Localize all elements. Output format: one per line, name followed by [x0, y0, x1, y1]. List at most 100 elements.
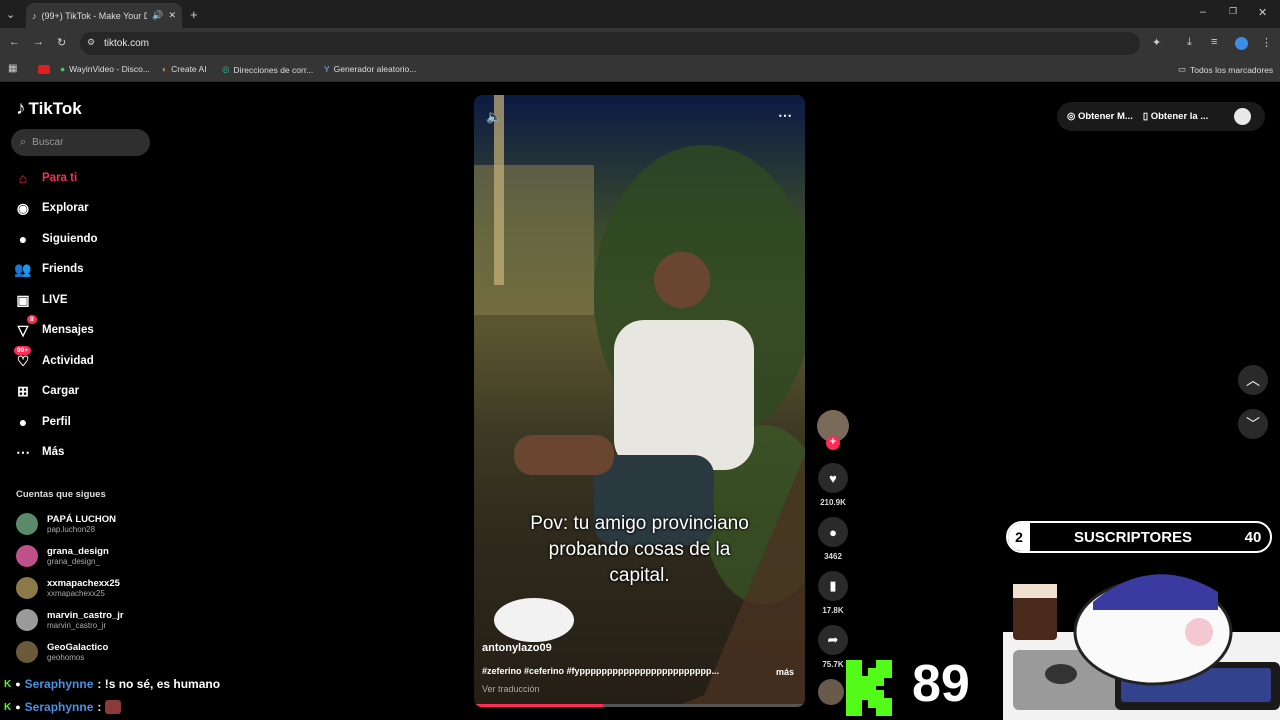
followed-account[interactable]: GeoGalactico geohomos — [16, 641, 108, 663]
nav-item-mensajes[interactable]: ▽ Mensajes 8 — [14, 315, 94, 339]
profile-avatar[interactable] — [1235, 37, 1248, 50]
following-icon: ● — [18, 231, 28, 247]
apps-grid-icon[interactable]: ▦ — [8, 63, 17, 74]
forward-icon[interactable]: → — [33, 36, 44, 48]
get-coins-button[interactable]: ◎ Obtener M... — [1067, 111, 1133, 122]
save-action[interactable]: ▮ 17.8K — [818, 571, 848, 615]
mascot-keyboard-illustration — [1003, 574, 1280, 720]
followed-account[interactable]: grana_design grana_design_ — [16, 545, 109, 567]
notification-badge: 99+ — [14, 346, 32, 355]
kick-badge-icon: K — [4, 701, 12, 713]
more-link[interactable]: más — [776, 667, 794, 677]
back-icon[interactable]: ← — [9, 36, 20, 48]
minimize-icon[interactable]: – — [1200, 6, 1206, 18]
video-hashtags[interactable]: #zeferino #ceferino #fyppppppppppppppppp… — [482, 666, 732, 676]
account-handle: xxmapachexx25 — [47, 589, 105, 598]
video-caption: Pov: tu amigo provinciano probando cosas… — [474, 511, 805, 589]
menu-dots-icon[interactable]: ⋮ — [1261, 36, 1272, 49]
nav-item-actividad[interactable]: ♡ Actividad 99+ — [14, 346, 94, 370]
account-info: GeoGalactico geohomos — [47, 642, 108, 662]
address-bar[interactable]: ⚙ tiktok.com — [80, 32, 1140, 55]
bookmark-item[interactable]: ◎ Direcciones de corr... — [222, 64, 313, 75]
nav-item-live[interactable]: ▣ LIVE — [14, 291, 67, 309]
comment-action[interactable]: ● 3462 — [818, 517, 848, 561]
nav-item-perfil[interactable]: ● Perfil — [14, 413, 71, 431]
followed-account[interactable]: PAPÁ LUCHON pap.luchon28 — [16, 513, 116, 535]
restore-icon[interactable]: ❐ — [1229, 6, 1237, 17]
nav-item-cargar[interactable]: ⊞ Cargar — [14, 382, 79, 400]
tab-search-chevron-icon[interactable]: ⌄ — [6, 8, 15, 21]
nav-item-friends[interactable]: 👥 Friends — [14, 260, 83, 278]
comment-icon[interactable]: ● — [818, 517, 848, 547]
followed-account[interactable]: marvin_castro_jr marvin_castro_jr — [16, 609, 124, 631]
account-name: xxmapachexx25 — [47, 578, 120, 589]
previous-video-button[interactable]: ︿ — [1238, 365, 1268, 395]
media-control-icon[interactable]: ≡ — [1211, 36, 1217, 48]
upload-icon: ⊞ — [17, 382, 29, 399]
browser-tab[interactable]: ♪ (99+) TikTok - Make Your Day 🔊 ✕ — [26, 3, 182, 28]
video-author[interactable]: antonylazo09 — [482, 642, 552, 654]
nav-item-label: Actividad — [42, 355, 94, 367]
reload-icon[interactable]: ↻ — [57, 36, 66, 49]
all-bookmarks[interactable]: ▭ Todos los marcadores — [1178, 64, 1273, 75]
video-progress-bar[interactable] — [474, 704, 805, 707]
video-options-icon[interactable]: ⋯ — [778, 107, 792, 124]
account-info: grana_design grana_design_ — [47, 546, 109, 566]
account-name: PAPÁ LUCHON — [47, 514, 116, 525]
account-info: PAPÁ LUCHON pap.luchon28 — [47, 514, 116, 534]
tiktok-logo[interactable]: ♪ TikTok — [16, 98, 82, 120]
audio-icon[interactable]: 🔊 — [152, 10, 163, 21]
nav-item-siguiendo[interactable]: ● Siguiendo — [14, 230, 98, 248]
nav-item-más[interactable]: ⋯ Más — [14, 443, 64, 461]
nav-item-explorar[interactable]: ◉ Explorar — [14, 199, 89, 217]
share-action[interactable]: ➦ 75.7K — [818, 625, 848, 669]
followed-account[interactable]: xxmapachexx25 xxmapachexx25 — [16, 577, 120, 599]
chevron-down-icon: ﹀ — [1246, 416, 1260, 432]
heart-icon[interactable]: ♥ — [818, 463, 848, 493]
account-info: marvin_castro_jr marvin_castro_jr — [47, 610, 124, 630]
get-app-button[interactable]: ▯ Obtener la ... — [1143, 111, 1208, 122]
url-text: tiktok.com — [104, 38, 150, 49]
user-avatar[interactable] — [1234, 108, 1251, 125]
nav-item-label: Siguiendo — [42, 233, 98, 245]
video-player[interactable]: 🔈 ⋯ Pov: tu amigo provinciano probando c… — [474, 95, 805, 707]
close-window-icon[interactable]: ✕ — [1258, 6, 1267, 19]
site-info-icon[interactable]: ⚙ — [87, 37, 95, 48]
caption-line: capital. — [609, 565, 670, 586]
close-tab-icon[interactable]: ✕ — [168, 10, 176, 21]
downloads-icon[interactable]: ⤓ — [1187, 36, 1192, 49]
volume-icon[interactable]: 🔈 — [486, 109, 502, 125]
profile-icon: ● — [18, 414, 28, 430]
generator-icon: Y — [324, 64, 330, 74]
bookmark-icon[interactable]: ▮ — [818, 571, 848, 601]
emote-badge-icon: ● — [15, 702, 21, 712]
follow-plus-icon[interactable]: + — [826, 436, 840, 450]
like-action[interactable]: ♥ 210.9K — [818, 463, 848, 507]
nav-item-para-ti[interactable]: ⌂ Para ti — [14, 169, 77, 187]
next-video-button[interactable]: ﹀ — [1238, 409, 1268, 439]
translate-link[interactable]: Ver traducción — [482, 684, 540, 694]
music-disc-avatar[interactable] — [818, 679, 844, 705]
compass-icon: ◉ — [16, 199, 30, 216]
nav-item-label: Perfil — [42, 416, 71, 428]
caption-line: Pov: tu amigo provinciano — [530, 513, 749, 534]
tab-title: (99+) TikTok - Make Your Day — [41, 10, 148, 21]
chat-message: K ● Seraphynne : !s no sé, es humano — [4, 677, 220, 691]
account-avatar — [16, 545, 38, 567]
bookmark-item[interactable]: ● WayinVideo - Disco... — [60, 64, 150, 74]
subs-left-value: 2 — [1008, 523, 1030, 551]
bookmark-item[interactable]: Y Generador aleatorio... — [324, 64, 416, 74]
share-count: 75.7K — [822, 660, 844, 669]
mail-icon: ◎ — [222, 64, 230, 74]
caption-line: probando cosas de la — [548, 539, 731, 560]
bookmark-item[interactable]: ◐ Create AI — [162, 64, 207, 74]
share-icon[interactable]: ➦ — [818, 625, 848, 655]
extensions-icon[interactable]: ✦ — [1152, 36, 1161, 49]
account-avatar — [16, 513, 38, 535]
new-tab-icon[interactable]: + — [190, 7, 198, 22]
emote-badge-icon: ● — [15, 679, 21, 689]
youtube-icon[interactable] — [38, 65, 50, 74]
search-input[interactable]: ⌕ Buscar — [11, 129, 150, 156]
account-avatar — [16, 609, 38, 631]
kick-logo-icon — [846, 660, 892, 716]
